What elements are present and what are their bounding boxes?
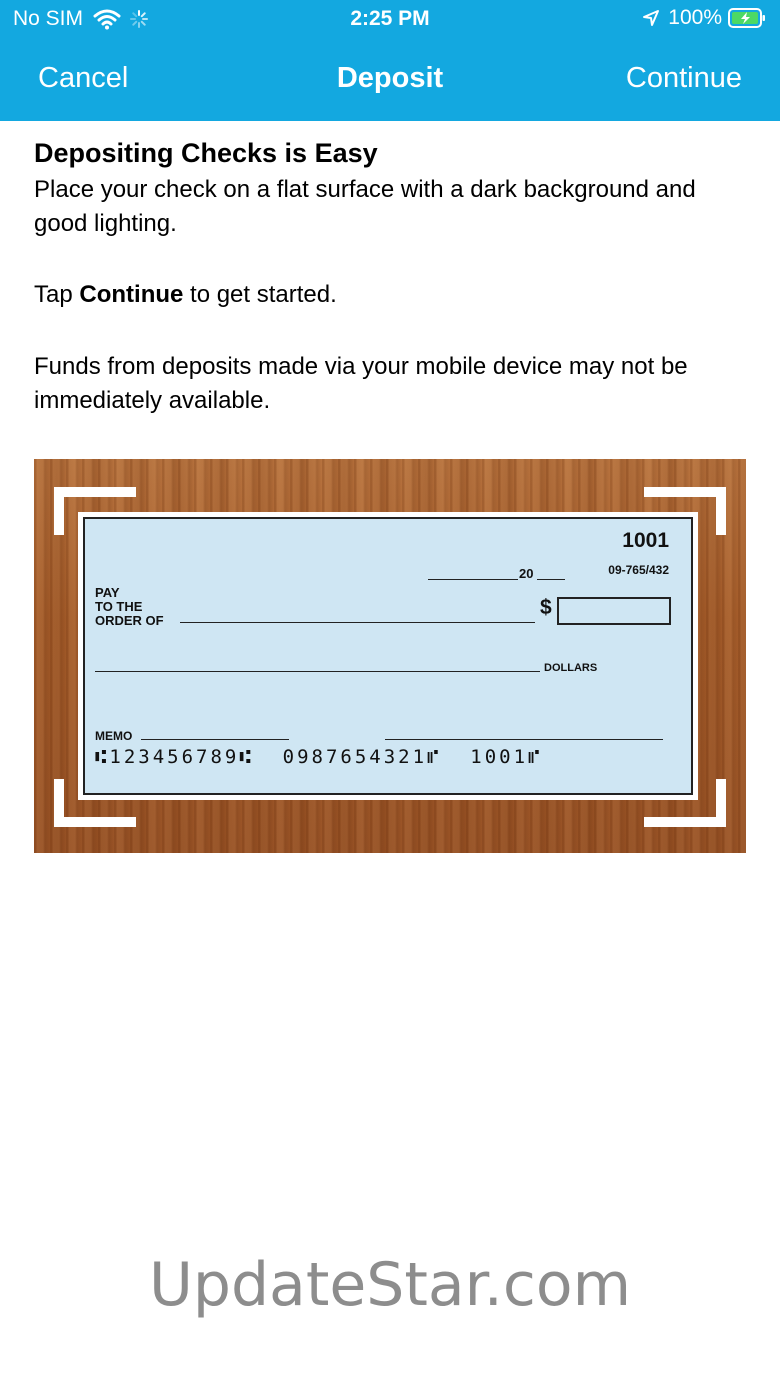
pay-to-label: PAY TO THE ORDER OF [95,586,164,628]
status-bar: No SIM 2:25 PM 100% [0,0,780,40]
tap-continue-word: Continue [79,281,184,308]
date-line-end [537,579,565,580]
check-routing: 09-765/432 [608,563,669,577]
written-amount-line [95,671,540,672]
payee-line [180,622,535,623]
instructions-heading: Depositing Checks is Easy [34,138,378,168]
pay-label-2: TO THE [95,599,143,614]
date-line [428,579,518,580]
check-number: 1001 [622,529,669,552]
date-label: 20 [519,566,534,581]
pay-label-3: ORDER OF [95,613,164,628]
memo-line [141,739,289,740]
tap-suffix: to get started. [183,281,337,308]
battery-icon [728,8,766,28]
instructions-tap: Tap Continue to get started. [34,278,746,312]
tap-prefix: Tap [34,281,80,308]
instructions-line-1: Place your check on a flat surface with … [34,176,696,237]
dollar-sign: $ [540,596,552,619]
nav-bar: Cancel Deposit Continue [0,40,780,121]
status-right: 100% [642,6,766,30]
pay-label-1: PAY [95,585,120,600]
sample-check: 1001 09-765/432 20 PAY TO THE ORDER OF $… [78,512,698,800]
memo-label: MEMO [95,729,133,743]
signature-line [385,739,663,740]
check-example-image: 1001 09-765/432 20 PAY TO THE ORDER OF $… [34,459,746,853]
instructions-funds-notice: Funds from deposits made via your mobile… [34,353,688,414]
check-face: 1001 09-765/432 20 PAY TO THE ORDER OF $… [83,517,693,795]
continue-button[interactable]: Continue [626,62,742,95]
instructions: Depositing Checks is Easy Place your che… [34,138,746,418]
location-arrow-icon [642,9,660,27]
watermark: UpdateStar.com [148,1250,632,1320]
battery-percent: 100% [668,6,722,29]
micr-line: ⑆123456789⑆ 0987654321⑈ 1001⑈ [95,746,543,768]
dollars-label: DOLLARS [544,662,598,674]
top-bar: No SIM 2:25 PM 100% Cancel Deposit Conti… [0,0,780,121]
amount-box [557,597,671,625]
